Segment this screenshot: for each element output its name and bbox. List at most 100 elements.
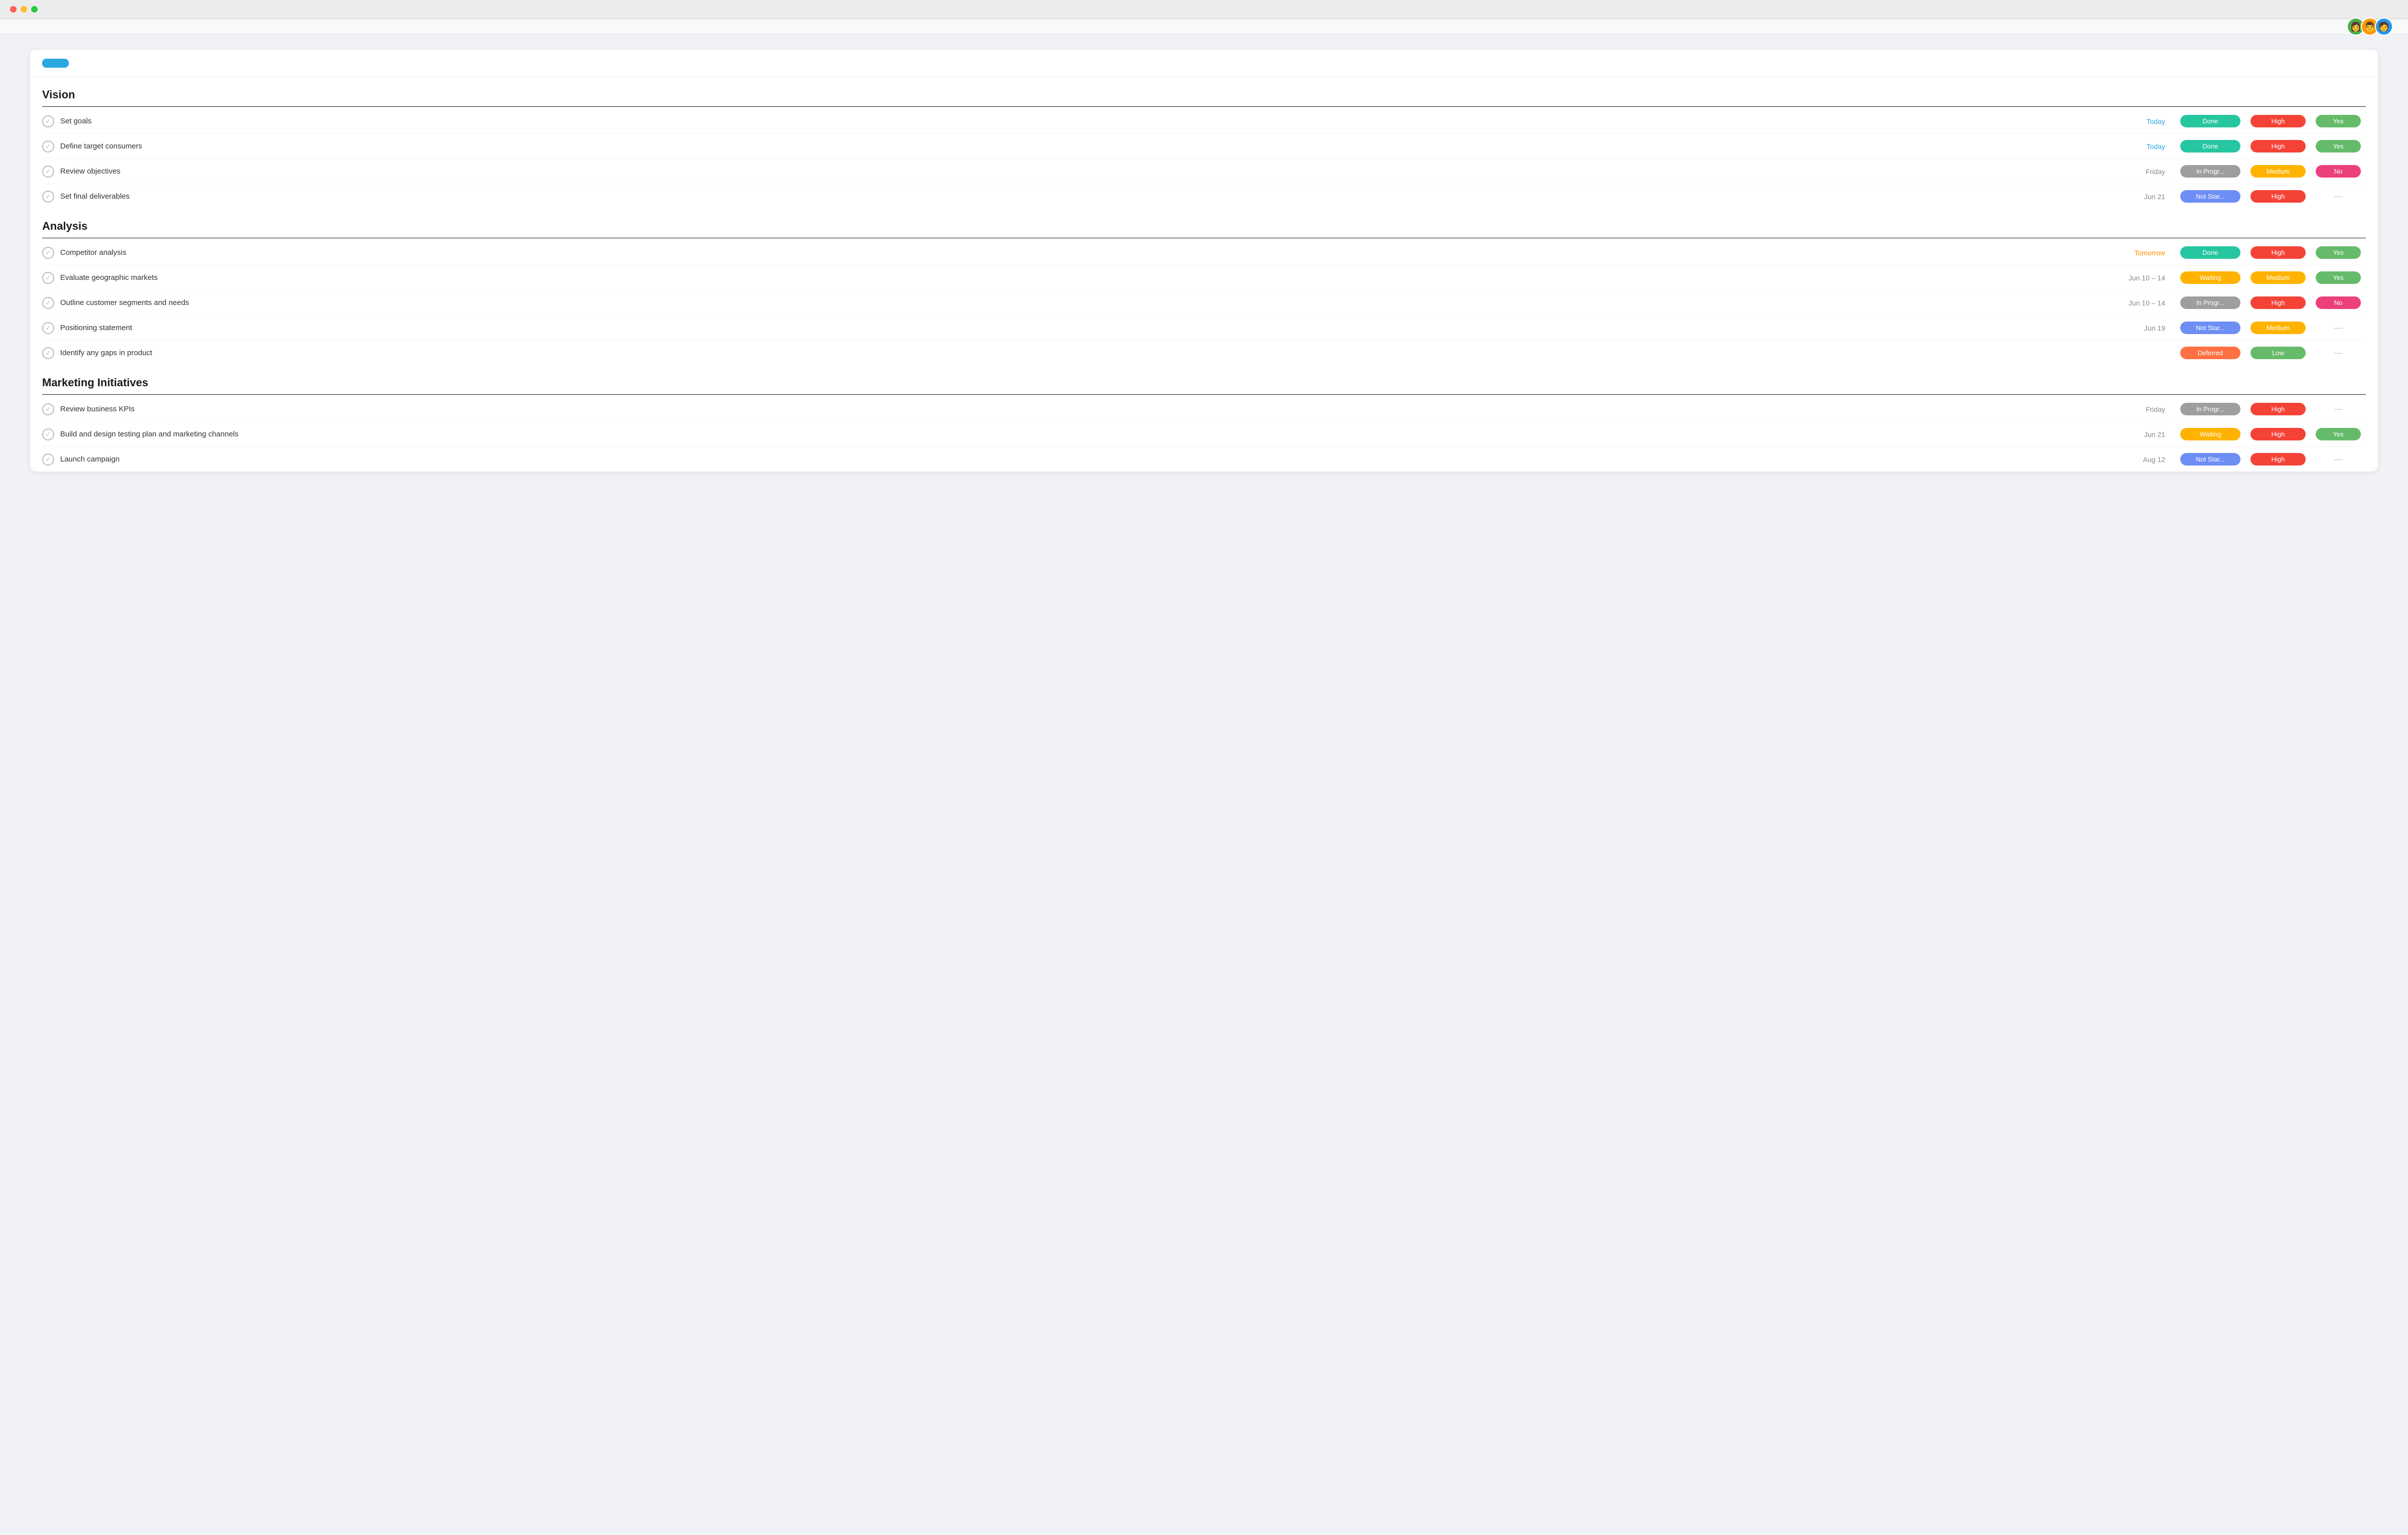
add-task-button[interactable]: [42, 59, 69, 68]
task-progress-badge[interactable]: Waiting: [2180, 428, 2240, 440]
task-date: Jun 19: [2110, 324, 2165, 332]
task-approved-badge[interactable]: Yes: [2316, 140, 2361, 152]
task-priority-badge[interactable]: High: [2250, 453, 2306, 466]
task-progress-badge[interactable]: Done: [2180, 115, 2240, 127]
header: 👩 👨 🧑: [0, 19, 2408, 35]
task-approved-badge[interactable]: Yes: [2316, 115, 2361, 127]
main-card: Vision✓Set goalsTodayDoneHighYes✓Define …: [30, 50, 2378, 472]
task-checkbox[interactable]: ✓: [42, 453, 54, 466]
task-date: Jun 21: [2110, 430, 2165, 438]
task-progress-badge[interactable]: In Progr...: [2180, 296, 2240, 309]
task-row[interactable]: ✓ Build and design testing plan and marke…: [42, 422, 2366, 447]
task-row[interactable]: ✓Outline customer segments and needsJun …: [42, 290, 2366, 316]
task-row[interactable]: ✓ Review objectivesFriday In Progr... Mediu…: [42, 159, 2366, 184]
task-priority-badge[interactable]: High: [2250, 403, 2306, 415]
task-name: Set final deliverables: [60, 192, 2110, 201]
task-approved-dash: —: [2316, 323, 2361, 333]
task-date: Jun 10 – 14: [2110, 274, 2165, 282]
task-priority-badge[interactable]: High: [2250, 140, 2306, 152]
sections-container: Vision✓Set goalsTodayDoneHighYes✓Define …: [30, 77, 2378, 472]
task-checkbox[interactable]: ✓: [42, 347, 54, 359]
task-approved-badge[interactable]: No: [2316, 165, 2361, 178]
task-priority-badge[interactable]: Medium: [2250, 271, 2306, 284]
task-name: Build and design testing plan and market…: [60, 430, 2110, 438]
section-divider-marketing-initiatives: [42, 394, 2366, 395]
task-row[interactable]: ✓ Positioning statementJun 19 Not Star... M…: [42, 316, 2366, 341]
main-content: Vision✓Set goalsTodayDoneHighYes✓Define …: [0, 35, 2408, 1535]
task-date: Today: [2110, 117, 2165, 125]
toolbar: [30, 50, 2378, 77]
section-vision: Vision✓Set goalsTodayDoneHighYes✓Define …: [30, 77, 2378, 209]
task-row[interactable]: ✓ Define target consumersToday Done High Yes: [42, 134, 2366, 159]
task-progress-badge[interactable]: Not Star...: [2180, 322, 2240, 334]
traffic-light-red[interactable]: [10, 6, 17, 13]
task-checkbox[interactable]: ✓: [42, 140, 54, 152]
task-progress-badge[interactable]: Not Star...: [2180, 190, 2240, 203]
task-row[interactable]: ✓Review business KPIsFridayIn Progr...Hi…: [42, 397, 2366, 422]
task-priority-badge[interactable]: High: [2250, 246, 2306, 259]
task-checkbox[interactable]: ✓: [42, 166, 54, 178]
task-progress-badge[interactable]: In Progr...: [2180, 403, 2240, 415]
task-checkbox[interactable]: ✓: [42, 322, 54, 334]
avatar-3[interactable]: 🧑: [2375, 18, 2393, 36]
task-row[interactable]: ✓ Evaluate geographic marketsJun 10 – 14 W…: [42, 265, 2366, 290]
task-row[interactable]: ✓Set goalsTodayDoneHighYes: [42, 109, 2366, 134]
task-date: Jun 21: [2110, 193, 2165, 201]
task-row[interactable]: ✓ Set final deliverablesJun 21 Not Star...…: [42, 184, 2366, 209]
task-checkbox[interactable]: ✓: [42, 115, 54, 127]
task-progress-badge[interactable]: Done: [2180, 246, 2240, 259]
task-name: Identify any gaps in product: [60, 349, 2110, 357]
task-approved-badge[interactable]: No: [2316, 296, 2361, 309]
task-progress-badge[interactable]: Not Star...: [2180, 453, 2240, 466]
task-name: Positioning statement: [60, 324, 2110, 332]
task-date: Tomorrow: [2110, 249, 2165, 257]
section-analysis: Analysis ✓ Competitor analysisTomorrow Done…: [30, 209, 2378, 365]
task-priority-badge[interactable]: High: [2250, 428, 2306, 440]
task-date: Friday: [2110, 168, 2165, 176]
traffic-light-green[interactable]: [31, 6, 38, 13]
task-date: Today: [2110, 142, 2165, 150]
task-name: Launch campaign: [60, 455, 2110, 464]
task-checkbox[interactable]: ✓: [42, 191, 54, 203]
task-approved-badge[interactable]: Yes: [2316, 246, 2361, 259]
task-name: Define target consumers: [60, 142, 2110, 150]
add-task-label: [42, 59, 58, 68]
task-date: Aug 12: [2110, 455, 2165, 464]
task-progress-badge[interactable]: Waiting: [2180, 271, 2240, 284]
task-row[interactable]: ✓ Competitor analysisTomorrow Done High Yes: [42, 240, 2366, 265]
task-priority-badge[interactable]: Medium: [2250, 322, 2306, 334]
task-priority-badge[interactable]: High: [2250, 296, 2306, 309]
task-name: Review objectives: [60, 167, 2110, 176]
add-task-caret: [59, 59, 69, 68]
task-name: Competitor analysis: [60, 248, 2110, 257]
traffic-light-yellow[interactable]: [21, 6, 27, 13]
task-name: Review business KPIs: [60, 405, 2110, 413]
avatars-group: 👩 👨 🧑: [2347, 18, 2393, 36]
task-priority-badge[interactable]: Low: [2250, 347, 2306, 359]
task-progress-badge[interactable]: Deferred: [2180, 347, 2240, 359]
task-approved-dash: —: [2316, 191, 2361, 202]
task-approved-badge[interactable]: Yes: [2316, 428, 2361, 440]
section-title-vision: Vision: [42, 77, 2366, 106]
task-priority-badge[interactable]: High: [2250, 115, 2306, 127]
section-divider-vision: [42, 106, 2366, 107]
task-name: Evaluate geographic markets: [60, 273, 2110, 282]
task-row[interactable]: ✓ Identify any gaps in product Deferred Low…: [42, 341, 2366, 365]
task-row[interactable]: ✓Launch campaignAug 12Not Star...High—: [42, 447, 2366, 472]
app-window: 👩 👨 🧑 Vision✓Set goalsToday: [0, 19, 2408, 1535]
task-checkbox[interactable]: ✓: [42, 428, 54, 440]
task-priority-badge[interactable]: Medium: [2250, 165, 2306, 178]
task-approved-dash: —: [2316, 348, 2361, 358]
section-title-analysis: Analysis: [42, 209, 2366, 238]
task-approved-badge[interactable]: Yes: [2316, 271, 2361, 284]
task-date: Jun 10 – 14: [2110, 299, 2165, 307]
task-progress-badge[interactable]: Done: [2180, 140, 2240, 152]
section-title-marketing-initiatives: Marketing Initiatives: [42, 365, 2366, 394]
task-priority-badge[interactable]: High: [2250, 190, 2306, 203]
task-checkbox[interactable]: ✓: [42, 247, 54, 259]
task-progress-badge[interactable]: In Progr...: [2180, 165, 2240, 178]
task-checkbox[interactable]: ✓: [42, 272, 54, 284]
task-checkbox[interactable]: ✓: [42, 403, 54, 415]
section-marketing-initiatives: Marketing Initiatives ✓ Review business KP…: [30, 365, 2378, 472]
task-checkbox[interactable]: ✓: [42, 297, 54, 309]
